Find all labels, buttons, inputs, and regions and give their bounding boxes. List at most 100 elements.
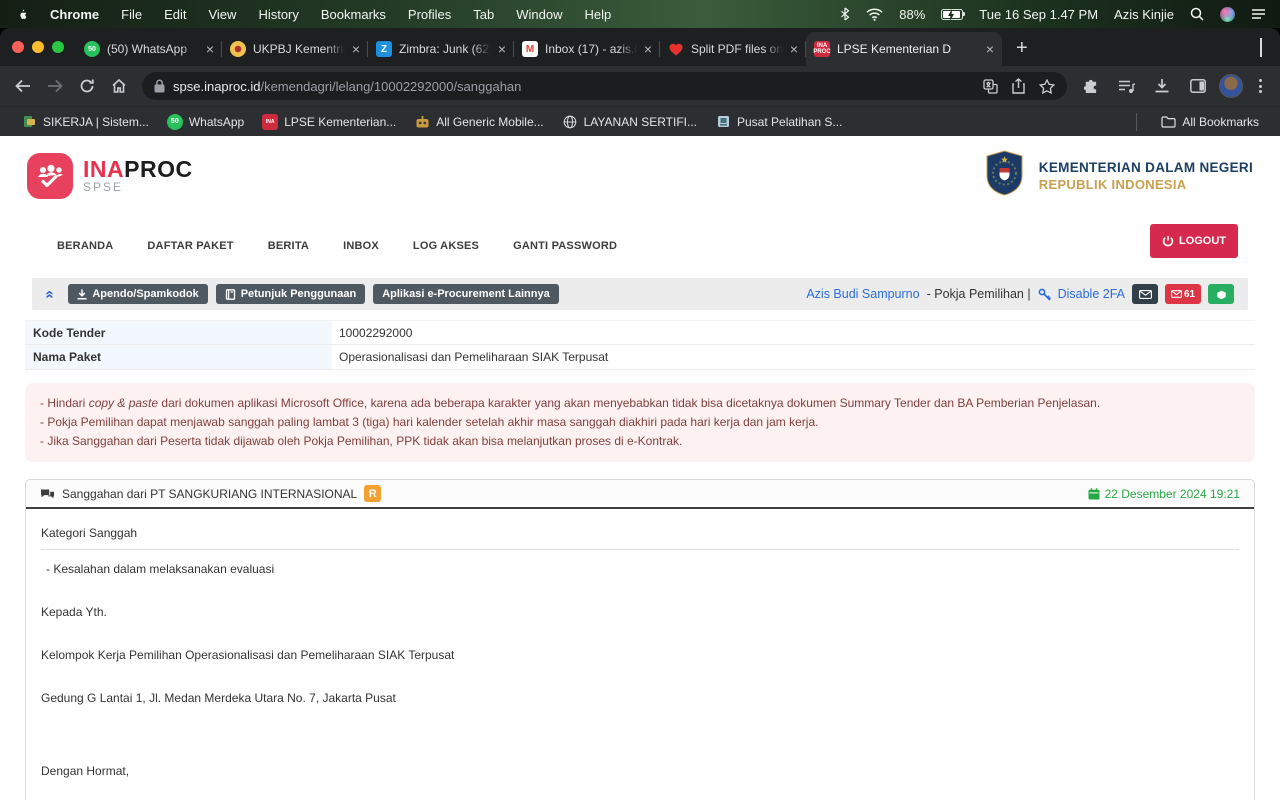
tab-ukpbj[interactable]: UKPBJ Kementrian D ×: [222, 32, 368, 66]
inaproc-logo[interactable]: INAPROC SPSE: [27, 153, 193, 199]
menubar-profiles[interactable]: Profiles: [408, 7, 451, 22]
open-box-icon: [1216, 289, 1227, 300]
close-tab-icon[interactable]: ×: [498, 41, 506, 57]
zoom-window-button[interactable]: [52, 41, 64, 53]
bookmark-pusat-pelatihan[interactable]: Pusat Pelatihan S...: [706, 111, 851, 133]
mail-count-badge: 61: [1184, 289, 1195, 300]
inbox-mail-button[interactable]: [1132, 284, 1158, 304]
inaproc-favicon: INA PROC: [814, 41, 830, 57]
menubar-history[interactable]: History: [258, 7, 298, 22]
url-text[interactable]: spse.inaproc.id/kemendagri/lelang/100022…: [173, 79, 521, 94]
user-role-text: - Pokja Pemilihan |: [927, 287, 1031, 301]
nav-log-akses[interactable]: LOG AKSES: [413, 240, 479, 252]
profile-avatar[interactable]: [1219, 74, 1243, 98]
translate-icon[interactable]: [983, 79, 998, 94]
lock-icon[interactable]: [154, 79, 165, 93]
tab-search-chevron-icon[interactable]: [1260, 38, 1262, 66]
menubar-window[interactable]: Window: [516, 7, 562, 22]
tab-splitpdf[interactable]: Split PDF files online ×: [660, 32, 806, 66]
bookmark-lpse[interactable]: INA LPSE Kementerian...: [253, 111, 405, 133]
back-icon[interactable]: [8, 71, 38, 101]
share-icon[interactable]: [1012, 78, 1025, 94]
close-window-button[interactable]: [12, 41, 24, 53]
control-center-icon[interactable]: [1251, 8, 1266, 20]
sanggahan-panel-header: Sanggahan dari PT SANGKURIANG INTERNASIO…: [26, 480, 1254, 509]
menubar-file[interactable]: File: [121, 7, 142, 22]
bluetooth-icon[interactable]: [840, 7, 850, 21]
warning-notice: - Hindari copy & paste dari dokumen apli…: [25, 383, 1255, 462]
bookmark-layanan[interactable]: LAYANAN SERTIFI...: [553, 111, 706, 133]
menubar-app-name[interactable]: Chrome: [50, 7, 99, 22]
nav-berita[interactable]: BERITA: [268, 240, 309, 252]
wifi-icon[interactable]: [866, 8, 883, 21]
tab-strip: 50 (50) WhatsApp × UKPBJ Kementrian D × …: [0, 28, 1280, 66]
tab-lpse-active[interactable]: INA PROC LPSE Kementerian D ×: [806, 32, 1002, 66]
collapse-chevrons-icon[interactable]: «: [42, 290, 59, 298]
siri-icon[interactable]: [1220, 7, 1235, 22]
menubar-tab[interactable]: Tab: [473, 7, 494, 22]
table-row: Kode Tender 10002292000: [25, 320, 1255, 345]
menubar-account[interactable]: Azis Kinjie: [1114, 7, 1174, 22]
battery-icon[interactable]: [941, 9, 963, 20]
menubar-bookmarks[interactable]: Bookmarks: [321, 7, 386, 22]
menubar-view[interactable]: View: [208, 7, 236, 22]
all-bookmarks[interactable]: All Bookmarks: [1151, 111, 1268, 133]
tab-gmail[interactable]: M Inbox (17) - azis.bud ×: [514, 32, 660, 66]
disable-2fa-link[interactable]: Disable 2FA: [1058, 287, 1125, 301]
downloads-icon[interactable]: [1147, 71, 1177, 101]
kemendagri-shield-icon: [984, 150, 1025, 201]
new-tab-button[interactable]: +: [1002, 37, 1042, 66]
home-icon[interactable]: [104, 71, 134, 101]
main-navigation: BERANDA DAFTAR PAKET BERITA INBOX LOG AK…: [0, 222, 1280, 270]
macos-menubar: Chrome File Edit View History Bookmarks …: [0, 0, 1280, 28]
user-profile-link[interactable]: Azis Budi Sampurno: [806, 287, 919, 301]
nav-inbox[interactable]: INBOX: [343, 240, 379, 252]
reading-list-icon[interactable]: [1111, 71, 1141, 101]
status-badge: R: [364, 485, 381, 502]
minimize-window-button[interactable]: [32, 41, 44, 53]
download-icon: [77, 289, 87, 300]
close-tab-icon[interactable]: ×: [206, 41, 214, 57]
logout-button[interactable]: LOGOUT: [1150, 224, 1238, 258]
tab-zimbra[interactable]: Z Zimbra: Junk (62) ×: [368, 32, 514, 66]
bookmark-whatsapp[interactable]: 50 WhatsApp: [158, 111, 253, 133]
chrome-window: 50 (50) WhatsApp × UKPBJ Kementrian D × …: [0, 28, 1280, 800]
menubar-clock[interactable]: Tue 16 Sep 1.47 PM: [979, 7, 1098, 22]
close-tab-icon[interactable]: ×: [790, 41, 798, 57]
ukpbj-favicon: [230, 41, 246, 57]
menubar-help[interactable]: Help: [585, 7, 612, 22]
envelope-icon: [1139, 290, 1152, 299]
extensions-puzzle-icon[interactable]: [1075, 71, 1105, 101]
table-row: Nama Paket Operasionalisasi dan Pemeliha…: [25, 345, 1255, 370]
bookmark-sikerja[interactable]: SIKERJA | Sistem...: [12, 111, 158, 133]
bookmark-generic-mobile[interactable]: All Generic Mobile...: [405, 111, 552, 133]
tab-whatsapp[interactable]: 50 (50) WhatsApp ×: [76, 32, 222, 66]
close-tab-icon[interactable]: ×: [644, 41, 652, 57]
nav-beranda[interactable]: BERANDA: [57, 240, 113, 252]
nav-daftar-paket[interactable]: DAFTAR PAKET: [147, 240, 233, 252]
whatsapp-favicon: 50: [84, 41, 100, 57]
reload-icon[interactable]: [72, 71, 102, 101]
sanggahan-title: Sanggahan dari PT SANGKURIANG INTERNASIO…: [62, 487, 357, 501]
address-bar[interactable]: spse.inaproc.id/kemendagri/lelang/100022…: [142, 72, 1067, 100]
apple-logo-icon[interactable]: [14, 6, 28, 22]
menubar-edit[interactable]: Edit: [164, 7, 186, 22]
spotlight-search-icon[interactable]: [1190, 7, 1204, 21]
kategori-sanggah-label: Kategori Sanggah: [41, 526, 1239, 550]
side-panel-icon[interactable]: [1183, 71, 1213, 101]
nav-ganti-password[interactable]: GANTI PASSWORD: [513, 240, 617, 252]
bookmark-star-icon[interactable]: [1039, 79, 1055, 94]
forward-icon[interactable]: [40, 71, 70, 101]
sikerja-icon: [21, 114, 37, 130]
chrome-menu-kebab-icon[interactable]: [1249, 73, 1272, 99]
unread-mail-button[interactable]: 61: [1165, 284, 1201, 304]
row-label: Kode Tender: [25, 321, 332, 344]
close-tab-icon[interactable]: ×: [986, 41, 994, 57]
green-app-button[interactable]: [1208, 284, 1234, 304]
eproc-lainnya-button[interactable]: Aplikasi e-Procurement Lainnya: [373, 284, 559, 304]
book-icon: [225, 289, 236, 300]
petunjuk-button[interactable]: Petunjuk Penggunaan: [216, 284, 366, 304]
apendo-button[interactable]: Apendo/Spamkodok: [68, 284, 207, 304]
close-tab-icon[interactable]: ×: [352, 41, 360, 57]
inaproc-logo-icon: [27, 153, 73, 199]
